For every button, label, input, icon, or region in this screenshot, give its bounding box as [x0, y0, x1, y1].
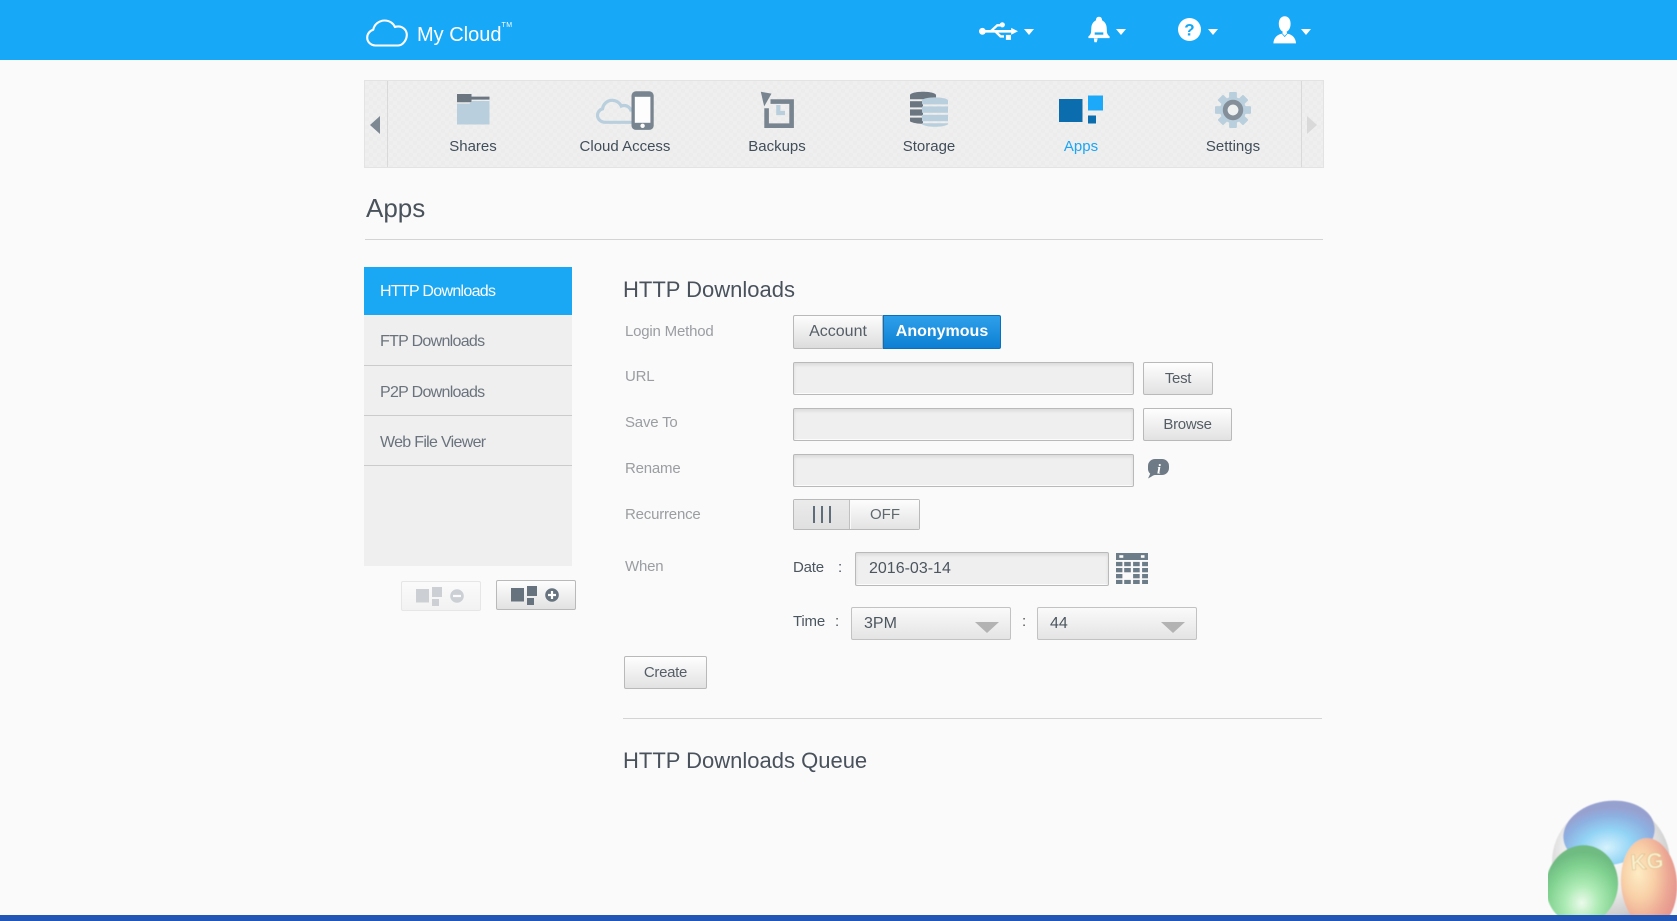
svg-text:?: ? [1184, 21, 1194, 40]
svg-text:i: i [1157, 463, 1161, 478]
svg-text:KG: KG [1630, 848, 1665, 875]
